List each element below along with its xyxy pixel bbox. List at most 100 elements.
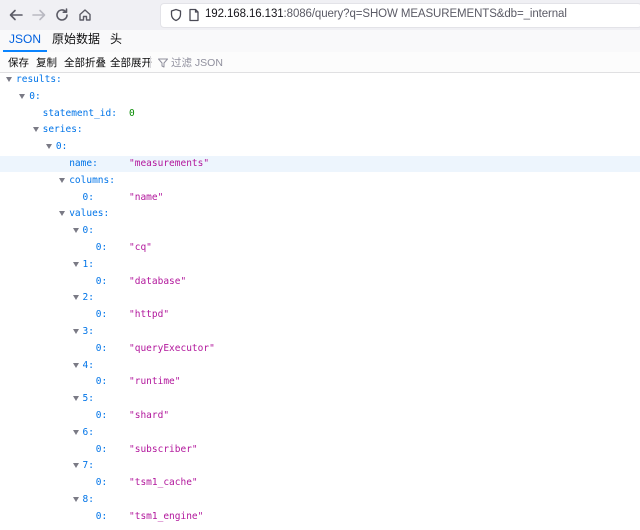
json-key: values: bbox=[69, 208, 110, 220]
tree-node[interactable]: 0: bbox=[0, 139, 640, 155]
json-key: 0: bbox=[82, 191, 94, 203]
expand-toggle-icon[interactable] bbox=[59, 177, 66, 183]
json-value: "name" bbox=[129, 191, 164, 203]
tree-leaf[interactable]: 0: "tsm1_cache" bbox=[0, 475, 640, 491]
expand-toggle-icon[interactable] bbox=[72, 329, 79, 334]
tree-leaf[interactable]: name: "measurements" bbox=[0, 156, 640, 172]
tree-node[interactable]: 3: bbox=[0, 324, 640, 340]
json-tree: results: 0: statement_id: 0 series: 0: name: "m… bbox=[0, 72, 640, 530]
url-path: :8086/query?q=SHOW MEASUREMENTS&db=_inte… bbox=[283, 8, 567, 20]
expand-toggle-icon[interactable] bbox=[6, 77, 12, 82]
tree-node[interactable]: 1: bbox=[0, 257, 640, 273]
json-key: 3: bbox=[82, 326, 94, 337]
expand-toggle-icon[interactable] bbox=[72, 463, 79, 469]
json-key: columns: bbox=[69, 174, 115, 186]
json-key: statement_id: bbox=[42, 107, 117, 119]
tree-node[interactable]: values: bbox=[0, 206, 640, 222]
shield-icon[interactable] bbox=[169, 8, 183, 22]
json-key: results: bbox=[16, 74, 62, 85]
json-value: "cq" bbox=[129, 242, 152, 253]
expand-toggle-icon[interactable] bbox=[19, 93, 26, 99]
expand-toggle-icon[interactable] bbox=[32, 127, 39, 133]
json-key: 0: bbox=[29, 90, 41, 102]
tab-raw-data[interactable]: 原始数据 bbox=[46, 30, 106, 52]
tab-headers[interactable]: 头 bbox=[104, 30, 128, 52]
expand-all-button[interactable]: 全部展开 bbox=[110, 55, 152, 70]
json-key: 0: bbox=[95, 477, 108, 489]
json-key: name: bbox=[69, 158, 98, 169]
filter-icon bbox=[158, 58, 168, 68]
tree-node[interactable]: 8: bbox=[0, 492, 640, 508]
json-value: "tsm1_cache" bbox=[129, 477, 198, 489]
url-text[interactable]: 192.168.16.131:8086/query?q=SHOW MEASURE… bbox=[205, 8, 567, 20]
tree-leaf[interactable]: 0: "queryExecutor" bbox=[0, 341, 640, 357]
json-value: "queryExecutor" bbox=[129, 342, 215, 354]
tree-node[interactable]: 0: bbox=[0, 89, 640, 105]
tree-leaf[interactable]: 0: "shard" bbox=[0, 408, 640, 424]
tree-leaf[interactable]: statement_id: 0 bbox=[0, 106, 640, 122]
copy-button[interactable]: 复制 bbox=[36, 55, 57, 70]
expand-toggle-icon[interactable] bbox=[72, 362, 79, 368]
back-arrow-icon[interactable] bbox=[6, 5, 26, 25]
tree-leaf[interactable]: 0: "runtime" bbox=[0, 374, 640, 390]
json-key: 1: bbox=[82, 258, 94, 270]
json-key: 6: bbox=[82, 426, 94, 438]
tree-node[interactable]: 7: bbox=[0, 458, 640, 474]
expand-toggle-icon[interactable] bbox=[72, 228, 79, 234]
json-key: 0: bbox=[95, 376, 108, 388]
tree-node[interactable]: 2: bbox=[0, 290, 640, 306]
tree-leaf[interactable]: 0: "cq" bbox=[0, 240, 640, 256]
json-value: "tsm1_engine" bbox=[129, 510, 204, 522]
json-key: 0: bbox=[95, 342, 108, 354]
tree-leaf[interactable]: 0: "httpd" bbox=[0, 307, 640, 323]
tree-node[interactable]: 6: bbox=[0, 425, 640, 441]
expand-toggle-icon[interactable] bbox=[72, 295, 79, 301]
save-button[interactable]: 保存 bbox=[8, 55, 29, 70]
json-key: 0: bbox=[95, 410, 108, 421]
tree-node[interactable]: 0: bbox=[0, 223, 640, 239]
expand-toggle-icon[interactable] bbox=[72, 429, 79, 435]
json-key: 2: bbox=[82, 292, 94, 304]
forward-arrow-icon[interactable] bbox=[29, 5, 49, 25]
json-key: 8: bbox=[82, 494, 94, 505]
json-key: 0: bbox=[95, 510, 108, 522]
expand-toggle-icon[interactable] bbox=[45, 144, 52, 150]
json-toolbar: 保存 复制 全部折叠 全部展开 过滤 JSON bbox=[0, 52, 640, 73]
json-key: 0: bbox=[55, 141, 68, 153]
json-key: 0: bbox=[95, 309, 108, 321]
json-value: 0 bbox=[129, 107, 135, 119]
tree-node[interactable]: 4: bbox=[0, 358, 640, 374]
filter-json-input[interactable]: 过滤 JSON bbox=[158, 55, 223, 70]
json-value: "measurements" bbox=[129, 158, 210, 169]
json-value: "subscriber" bbox=[129, 443, 198, 455]
reload-icon[interactable] bbox=[52, 5, 72, 25]
tree-leaf[interactable]: 0: "tsm1_engine" bbox=[0, 509, 640, 525]
tree-node[interactable]: results: bbox=[0, 72, 640, 88]
json-key: 5: bbox=[82, 393, 94, 405]
toolbar-divider bbox=[150, 56, 151, 68]
url-host: 192.168.16.131 bbox=[205, 8, 284, 20]
tab-json[interactable]: JSON bbox=[3, 30, 48, 52]
expand-toggle-icon[interactable] bbox=[72, 497, 79, 502]
expand-toggle-icon[interactable] bbox=[59, 211, 66, 217]
tree-node[interactable]: columns: bbox=[0, 173, 640, 189]
expand-toggle-icon[interactable] bbox=[72, 396, 79, 402]
home-icon[interactable] bbox=[75, 5, 95, 25]
tree-node[interactable]: 5: bbox=[0, 391, 640, 407]
collapse-all-button[interactable]: 全部折叠 bbox=[64, 55, 106, 70]
json-value: "runtime" bbox=[129, 376, 181, 388]
json-key: 0: bbox=[95, 242, 108, 253]
json-viewer-tabs: JSON 原始数据 头 bbox=[0, 30, 640, 53]
filter-placeholder: 过滤 JSON bbox=[171, 57, 223, 69]
json-value: "shard" bbox=[129, 410, 170, 421]
json-key: 0: bbox=[95, 275, 108, 287]
tree-leaf[interactable]: 0: "database" bbox=[0, 274, 640, 290]
json-value: "database" bbox=[129, 275, 187, 287]
address-bar[interactable]: 192.168.16.131:8086/query?q=SHOW MEASURE… bbox=[160, 3, 640, 28]
json-key: 0: bbox=[95, 443, 108, 455]
tree-leaf[interactable]: 0: "subscriber" bbox=[0, 442, 640, 458]
page-icon[interactable] bbox=[187, 8, 201, 22]
tree-leaf[interactable]: 0: "name" bbox=[0, 190, 640, 206]
expand-toggle-icon[interactable] bbox=[72, 261, 79, 267]
tree-node[interactable]: series: bbox=[0, 122, 640, 138]
